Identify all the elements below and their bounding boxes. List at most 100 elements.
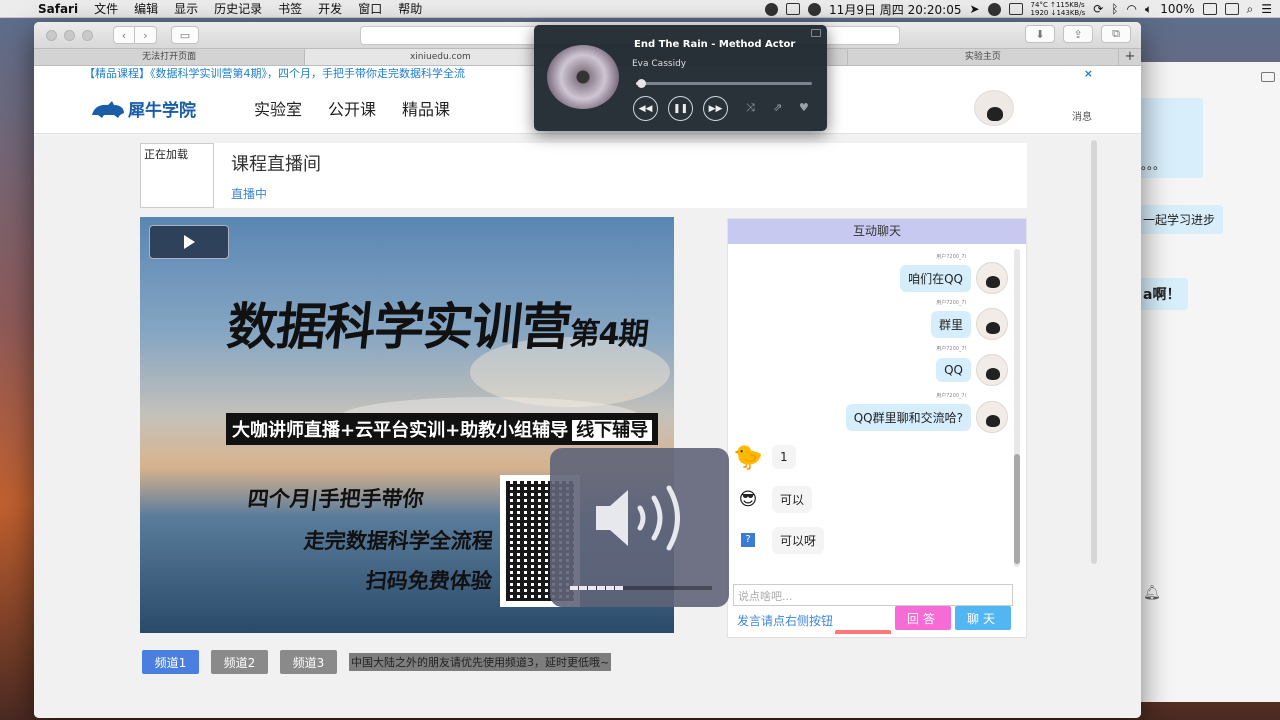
page-scrollbar[interactable] xyxy=(1091,140,1097,564)
poster-line: 走完数据科学全流程 xyxy=(302,529,495,553)
app-menu[interactable]: Safari xyxy=(30,2,86,16)
sidebar-toggle-button[interactable]: ▭ xyxy=(171,26,199,44)
wifi-icon[interactable]: ◠ xyxy=(1127,2,1137,16)
chat-scroll-thumb[interactable] xyxy=(1014,454,1020,564)
promo-text[interactable]: 【精品课程】《数据科学实训营第4期》，四个月，手把手带你走完数据科学全流 xyxy=(84,67,465,80)
live-thumbnail: 正在加载 xyxy=(140,143,214,208)
emoji-avatar-icon: 🐤 xyxy=(733,443,763,471)
bluetooth-icon[interactable]: ᛒ xyxy=(1111,2,1118,16)
avatar: ? xyxy=(732,525,764,555)
menu-view[interactable]: 显示 xyxy=(166,0,206,17)
nav-premium-course[interactable]: 精品课 xyxy=(402,96,450,120)
chat-message: 用户7200_7l 咱们在QQ xyxy=(900,254,1008,294)
datetime[interactable]: 11月9日 周四 20:20:05 xyxy=(829,1,961,18)
close-window-button[interactable] xyxy=(46,29,57,41)
chat-message: 😎 可以 xyxy=(732,484,813,514)
menu-edit[interactable]: 编辑 xyxy=(126,0,166,17)
menu-develop[interactable]: 开发 xyxy=(310,0,350,17)
sync-icon[interactable]: ⟳ xyxy=(1093,2,1103,16)
album-cover xyxy=(547,45,619,109)
zoom-window-button[interactable] xyxy=(82,29,93,41)
progress-knob[interactable] xyxy=(637,79,647,88)
menu-list-icon[interactable]: ☰ xyxy=(1261,2,1272,16)
channel-1-button[interactable]: 频道1 xyxy=(142,650,199,674)
tabs-overview-button[interactable]: ⧉ xyxy=(1101,25,1131,43)
download-icon: ⬇ xyxy=(1035,27,1045,41)
record-icon[interactable] xyxy=(765,2,779,16)
window-icon[interactable] xyxy=(1261,72,1275,82)
tab-cannot-open[interactable]: 无法打开页面 xyxy=(34,49,306,65)
share-icon: ⇪ xyxy=(1073,27,1083,41)
expand-icon[interactable] xyxy=(811,29,821,37)
volume-icon[interactable]: 🔈︎ xyxy=(1145,2,1152,17)
chat-message: 用户7200_7l QQ群里聊和交流哈? xyxy=(845,393,1008,433)
speaker-icon xyxy=(596,485,680,551)
now-playing-widget: End The Rain - Method Actor Eva Cassidy … xyxy=(534,25,827,131)
display-icon[interactable] xyxy=(1224,3,1239,15)
notification-icon[interactable] xyxy=(808,2,822,16)
tab-lab-home[interactable]: 实验主页 xyxy=(848,49,1119,65)
rhino-logo-icon xyxy=(92,100,124,118)
site-logo[interactable]: 犀牛学院 xyxy=(90,96,196,121)
avatar xyxy=(976,401,1008,433)
poster-band: 大咖讲师直播+云平台实训+助教小组辅导 线下辅导 xyxy=(226,413,659,445)
search-icon[interactable]: ⌕ xyxy=(1247,2,1254,17)
minimize-window-button[interactable] xyxy=(64,29,75,41)
pause-icon: ❚❚ xyxy=(672,103,689,114)
nav-lab[interactable]: 实验室 xyxy=(254,96,302,120)
share-button[interactable]: ⇪ xyxy=(1063,25,1093,43)
heart-icon[interactable]: ♥ xyxy=(799,101,809,114)
chat-scrollbar[interactable] xyxy=(1014,249,1020,567)
battery-percent[interactable]: 100% xyxy=(1160,2,1194,16)
next-button[interactable]: ▶▶ xyxy=(703,96,728,121)
channel-3-button[interactable]: 频道3 xyxy=(280,650,337,674)
avatar xyxy=(976,308,1008,340)
channel-selector: 频道1 频道2 频道3 中国大陆之外的朋友请优先使用频道3，延时更低哦~ xyxy=(142,650,612,674)
channel-2-button[interactable]: 频道2 xyxy=(211,650,268,674)
promo-close-icon[interactable]: × xyxy=(1084,66,1093,82)
avatar[interactable] xyxy=(974,90,1014,126)
grid-icon[interactable] xyxy=(1008,3,1023,15)
live-status-badge: 直播中 xyxy=(231,187,268,201)
send-chat-button[interactable]: 聊天 xyxy=(955,606,1011,630)
nav-open-course[interactable]: 公开课 xyxy=(328,96,376,120)
playback-progress[interactable] xyxy=(636,79,812,88)
shuffle-icon[interactable]: ⤨ xyxy=(746,101,755,115)
send-icon[interactable]: ➤ xyxy=(969,2,979,16)
window-controls xyxy=(46,29,93,41)
red-button-edge xyxy=(835,630,891,634)
downloads-button[interactable]: ⬇ xyxy=(1025,25,1055,43)
song-title: End The Rain - Method Actor xyxy=(634,39,796,50)
page-title: 课程直播间 xyxy=(231,154,321,175)
chat-messages[interactable]: 用户7200_7l 咱们在QQ 用户7200_7l 群里 用户7200_7l Q… xyxy=(728,244,1014,569)
bell-icon[interactable]: 🔔︎ xyxy=(1143,585,1161,601)
menu-file[interactable]: 文件 xyxy=(86,0,126,17)
music-widget-icon[interactable] xyxy=(786,3,801,15)
share-icon[interactable]: ⇗ xyxy=(773,101,782,114)
app-status-icon[interactable] xyxy=(987,2,1001,16)
menu-window[interactable]: 窗口 xyxy=(350,0,390,17)
avatar xyxy=(976,262,1008,294)
play-button[interactable] xyxy=(149,225,229,259)
menu-help[interactable]: 帮助 xyxy=(390,0,430,17)
system-stats[interactable]: 74°C ↑115KB/s 1920 ↓143KB/s xyxy=(1031,1,1086,17)
bear-face-icon xyxy=(986,368,1000,380)
volume-level-bar xyxy=(570,586,712,590)
reply-button[interactable]: 回答 xyxy=(895,606,951,630)
back-button[interactable]: ‹ xyxy=(113,26,135,44)
messages-link[interactable]: 消息 xyxy=(1072,108,1092,123)
bg-bubble: a啊！ xyxy=(1135,278,1189,310)
menu-history[interactable]: 历史记录 xyxy=(206,0,270,17)
pause-button[interactable]: ❚❚ xyxy=(668,96,693,121)
previous-button[interactable]: ◀◀ xyxy=(633,96,658,121)
menu-bookmarks[interactable]: 书签 xyxy=(270,0,310,17)
chat-message: 🐤 1 xyxy=(732,442,796,472)
new-tab-button[interactable]: + xyxy=(1119,49,1141,65)
chat-message: ? 可以呀 xyxy=(732,525,825,555)
forward-button[interactable]: › xyxy=(135,26,157,44)
play-icon xyxy=(183,235,195,249)
poster-line: 四个月|手把手带你 xyxy=(246,487,425,511)
history-nav: ‹ › xyxy=(113,26,157,44)
emoji-avatar-icon: 😎 xyxy=(738,488,758,510)
chat-input[interactable]: 说点啥吧... xyxy=(733,584,1013,606)
